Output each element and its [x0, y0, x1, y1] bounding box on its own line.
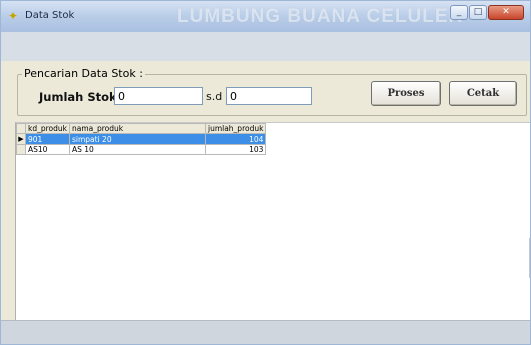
window-controls: _ □ ✕: [450, 5, 524, 20]
cell-jumlah-produk[interactable]: 103: [204, 144, 267, 155]
window-title: Data Stok: [25, 10, 75, 21]
row-header-corner: [16, 123, 26, 134]
table-row[interactable]: AS10 AS 10 103: [16, 144, 267, 155]
jumlah-to-input[interactable]: [226, 87, 312, 105]
row-selector[interactable]: [16, 144, 26, 155]
app-icon: ✦: [8, 9, 19, 23]
sd-label: s.d: [206, 90, 223, 103]
watermark-text: LUMBUNG BUANA CELULER: [177, 6, 464, 27]
cell-jumlah-produk[interactable]: 104: [204, 133, 267, 145]
table-row[interactable]: ▶ 901 simpati 20 104: [16, 133, 267, 145]
column-header-nama-produk[interactable]: nama_produk: [68, 123, 206, 134]
proses-button[interactable]: Proses: [371, 81, 441, 106]
close-button[interactable]: ✕: [488, 5, 524, 20]
cell-nama-produk[interactable]: AS 10: [68, 144, 206, 155]
search-group-legend: Pencarian Data Stok :: [22, 67, 145, 80]
maximize-button[interactable]: □: [469, 5, 487, 20]
column-header-jumlah-produk[interactable]: jumlah_produk: [204, 123, 267, 134]
stok-table: kd_produk nama_produk jumlah_produk ▶ 90…: [16, 123, 267, 155]
cell-nama-produk[interactable]: simpati 20: [68, 133, 206, 145]
title-bar[interactable]: ✦ Data Stok LUMBUNG BUANA CELULER _ □ ✕: [1, 1, 530, 33]
minimize-button[interactable]: _: [450, 5, 468, 20]
column-header-kd-produk[interactable]: kd_produk: [25, 123, 70, 134]
current-row-arrow-icon: ▶: [18, 135, 24, 143]
status-strip: [1, 320, 530, 344]
toolbar-strip: [1, 32, 530, 62]
cetak-button[interactable]: Cetak: [449, 81, 517, 106]
table-header-row: kd_produk nama_produk jumlah_produk: [16, 123, 267, 134]
data-grid[interactable]: kd_produk nama_produk jumlah_produk ▶ 90…: [15, 122, 530, 321]
app-window: ✦ Data Stok LUMBUNG BUANA CELULER _ □ ✕ …: [0, 0, 531, 345]
cell-kd-produk[interactable]: AS10: [25, 144, 70, 155]
row-selector[interactable]: ▶: [16, 133, 26, 145]
jumlah-stok-label: Jumlah Stok :: [39, 90, 126, 104]
cell-kd-produk[interactable]: 901: [25, 133, 70, 145]
jumlah-from-input[interactable]: [114, 87, 203, 105]
